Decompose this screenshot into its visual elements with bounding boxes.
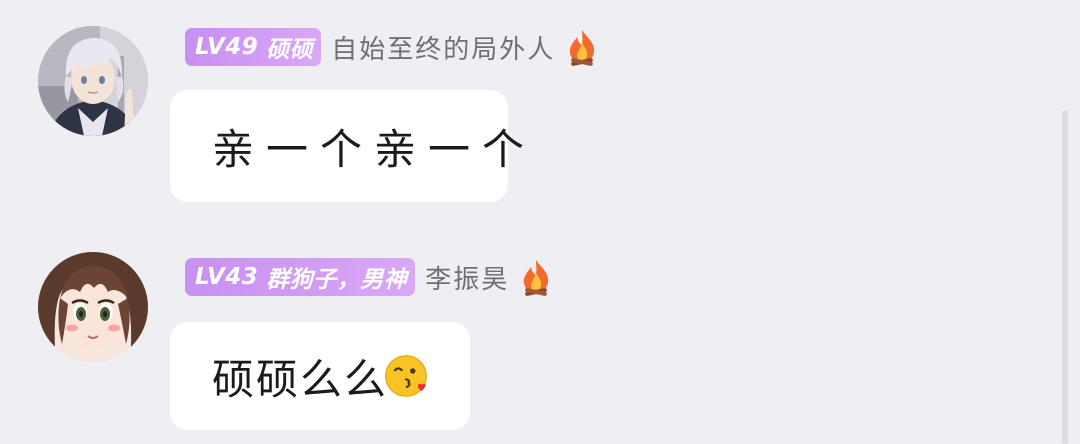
anime-girl-avatar bbox=[38, 252, 148, 362]
level-title-badge[interactable]: LV43 群狗子，男神 bbox=[185, 258, 416, 296]
chat-message: LV43 群狗子，男神 李振昊 硕硕么么 bbox=[0, 0, 1080, 444]
avatar[interactable] bbox=[38, 252, 148, 362]
username[interactable]: 李振昊 bbox=[425, 259, 509, 296]
level-label: LV43 bbox=[195, 264, 259, 290]
message-text: 硕硕么么 bbox=[212, 354, 389, 404]
message-header: LV43 群狗子，男神 李振昊 bbox=[185, 258, 553, 296]
message-bubble[interactable]: 硕硕么么 bbox=[170, 322, 470, 430]
kissing-face-emoji bbox=[385, 355, 427, 397]
fire-icon bbox=[524, 260, 549, 296]
group-title: 群狗子，男神 bbox=[266, 267, 408, 293]
